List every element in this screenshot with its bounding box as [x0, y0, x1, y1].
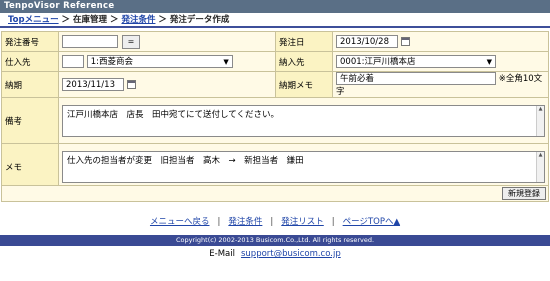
breadcrumb-order-terms-link[interactable]: 発注条件 — [121, 15, 155, 25]
chevron-down-icon: ▼ — [486, 58, 492, 66]
remarks-text: 江戸川橋本店 店長 田中宛てにて送付してください。 — [67, 109, 279, 120]
copyright-text: Copyright(c) 2002-2013 Busicom.Co.,Ltd. … — [175, 236, 375, 244]
supplier-select[interactable]: 1:西菱商会 ▼ — [86, 55, 233, 68]
order-date-input[interactable]: 2013/10/28 — [336, 35, 398, 48]
order-form: 発注番号 = 発注日 2013/10/28 仕入先 1:西菱商会 ▼ 納入先 00… — [1, 31, 549, 190]
calendar-icon[interactable] — [127, 80, 136, 89]
supplier-selected: 1:西菱商会 — [90, 57, 133, 67]
order-date-label: 発注日 — [275, 31, 333, 52]
memo-text: 仕入先の担当者が変更 旧担当者 高木 → 新担当者 鎌田 — [67, 155, 304, 166]
due-label: 納期 — [1, 71, 59, 98]
supplier-code-input[interactable] — [62, 55, 84, 68]
remarks-scrollbar[interactable]: ▲ — [536, 105, 544, 136]
breadcrumb-top-link[interactable]: Topメニュー — [8, 15, 59, 25]
breadcrumb-inventory: 在庫管理 — [73, 15, 108, 25]
copyright-bar: Copyright(c) 2002-2013 Busicom.Co.,Ltd. … — [0, 235, 550, 246]
remarks-label: 備考 — [1, 97, 59, 144]
memo-textarea[interactable]: 仕入先の担当者が変更 旧担当者 高木 → 新担当者 鎌田 ▲ — [62, 150, 545, 183]
delivery-to-selected: 0001:江戸川橋本店 — [340, 57, 416, 67]
remarks-textarea[interactable]: 江戸川橋本店 店長 田中宛てにて送付してください。 ▲ — [62, 104, 545, 137]
order-no-label: 発注番号 — [1, 31, 59, 52]
page-top-link[interactable]: ページTOPへ▲ — [343, 217, 400, 227]
footer-links: メニューへ戻る | 発注条件 | 発注リスト | ページTOPへ▲ — [149, 217, 401, 227]
delivery-to-select[interactable]: 0001:江戸川橋本店 ▼ — [336, 55, 496, 68]
supplier-label: 仕入先 — [1, 51, 59, 72]
email-link[interactable]: support@busicom.co.jp — [241, 249, 341, 259]
memo-label: メモ — [1, 143, 59, 190]
due-memo-input[interactable]: 午前必着 — [336, 72, 496, 85]
calendar-icon[interactable] — [401, 37, 410, 46]
order-no-search-button[interactable]: = — [122, 34, 140, 49]
email-label: E-Mail — [209, 249, 235, 259]
due-memo-label: 納期メモ — [275, 71, 333, 98]
app-title: TenpoVisor Reference — [4, 1, 115, 11]
breadcrumb: Topメニュー ＞ 在庫管理 ＞ 発注条件 ＞ 発注データ作成 — [0, 13, 550, 28]
app-title-bar: TenpoVisor Reference — [0, 0, 550, 13]
contact-line: E-Mail support@busicom.co.jp — [0, 249, 550, 259]
breadcrumb-current: 発注データ作成 — [169, 15, 230, 25]
back-to-menu-link[interactable]: メニューへ戻る — [150, 217, 210, 227]
memo-scrollbar[interactable]: ▲ — [536, 151, 544, 182]
register-button[interactable]: 新規登録 — [502, 187, 546, 200]
register-bar — [1, 185, 549, 202]
order-terms-link[interactable]: 発注条件 — [228, 217, 262, 227]
order-list-link[interactable]: 発注リスト — [281, 217, 324, 227]
delivery-to-label: 納入先 — [275, 51, 333, 72]
chevron-down-icon: ▼ — [223, 58, 229, 66]
order-no-input[interactable] — [62, 35, 118, 48]
due-date-input[interactable]: 2013/11/13 — [62, 78, 124, 91]
